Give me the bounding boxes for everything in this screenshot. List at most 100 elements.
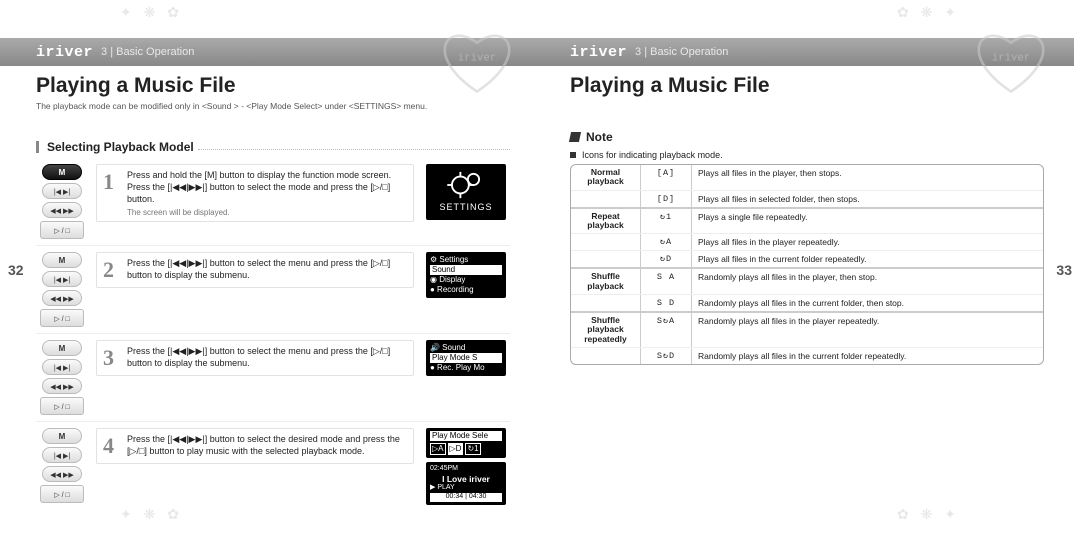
prev-next-button-icon: |◀ ▶|	[42, 183, 82, 199]
steps-list: M |◀ ▶| ◀◀ ▶▶ ▷ / □ 1 Press and hold the…	[36, 164, 510, 505]
mode-icon: ↻D	[641, 251, 691, 267]
page-subtitle: The playback mode can be modified only i…	[36, 101, 510, 112]
button-column: M |◀ ▶| ◀◀ ▶▶ ▷ / □	[36, 340, 88, 415]
brand-logo: iriver	[36, 44, 93, 61]
breadcrumb: 3 | Basic Operation	[635, 46, 728, 58]
svg-text:▷ / □: ▷ / □	[54, 492, 70, 499]
device-screen-menu: ⚙ SettingsSound◉ Display● Recording	[426, 252, 506, 298]
svg-text:◀◀ ▶▶: ◀◀ ▶▶	[50, 472, 74, 479]
step-body: 4 Press the [|◀◀|▶▶|] button to select t…	[96, 428, 414, 464]
svg-text:|◀ ▶|: |◀ ▶|	[54, 189, 71, 196]
mode-icon: [A]	[641, 165, 691, 190]
step-row: M |◀ ▶| ◀◀ ▶▶ ▷ / □ 4 Press the [|◀◀|▶▶|…	[36, 421, 510, 505]
mode-description: Plays all files in the player repeatedly…	[691, 234, 1043, 250]
step-text: Press the [|◀◀|▶▶|] button to select the…	[127, 433, 407, 457]
top-bar-left: iriver 3 | Basic Operation iriver	[0, 38, 540, 66]
mode-description: Plays a single file repeatedly.	[691, 209, 1043, 234]
step-row: M |◀ ▶| ◀◀ ▶▶ ▷ / □ 3 Press the [|◀◀|▶▶|…	[36, 333, 510, 415]
mode-description: Plays all files in the player, then stop…	[691, 165, 1043, 190]
svg-text:▷ / □: ▷ / □	[54, 316, 70, 323]
section-heading: Selecting Playback Model	[36, 140, 510, 154]
note-subheading: Icons for indicating playback mode.	[570, 150, 1044, 160]
fwd-rew-button-icon: ◀◀ ▶▶	[42, 378, 82, 394]
device-screen-nowplaying: 02:45PM I Love iriver ▶ PLAY 00:34 | 04:…	[426, 462, 506, 505]
mode-description: Randomly plays all files in the current …	[691, 348, 1043, 364]
mode-description: Randomly plays all files in the player, …	[691, 269, 1043, 294]
breadcrumb: 3 | Basic Operation	[101, 46, 194, 58]
mode-description: Plays all files in the current folder re…	[691, 251, 1043, 267]
playback-mode-table: Normal playback [A] Plays all files in t…	[570, 164, 1044, 365]
svg-text:▷ / □: ▷ / □	[54, 404, 70, 411]
svg-text:◀◀ ▶▶: ◀◀ ▶▶	[50, 208, 74, 215]
mode-icon: ↻A	[641, 234, 691, 250]
heart-watermark-icon: iriver	[432, 16, 522, 96]
fwd-rew-button-icon: ◀◀ ▶▶	[42, 202, 82, 218]
button-column: M |◀ ▶| ◀◀ ▶▶ ▷ / □	[36, 164, 88, 239]
table-row: Shuffle playback S A Randomly plays all …	[571, 268, 1043, 294]
device-screen-menu: 🔊 SoundPlay Mode S● Rec. Play Mo	[426, 340, 506, 376]
step-row: M |◀ ▶| ◀◀ ▶▶ ▷ / □ 1 Press and hold the…	[36, 164, 510, 239]
step-body: 1 Press and hold the [M] button to displ…	[96, 164, 414, 222]
table-row: Normal playback [A] Plays all files in t…	[571, 165, 1043, 190]
button-column: M |◀ ▶| ◀◀ ▶▶ ▷ / □	[36, 428, 88, 503]
mode-description: Randomly plays all files in the player r…	[691, 313, 1043, 347]
svg-text:M: M	[59, 256, 66, 265]
svg-text:◀◀ ▶▶: ◀◀ ▶▶	[50, 296, 74, 303]
step-text: Press the [|◀◀|▶▶|] button to select the…	[127, 257, 407, 281]
mode-group-label: Normal playback	[571, 165, 641, 190]
svg-text:M: M	[59, 432, 66, 441]
table-row: S↻D Randomly plays all files in the curr…	[571, 347, 1043, 364]
m-button-icon: M	[42, 428, 82, 444]
step-number: 1	[103, 169, 121, 195]
m-button-icon: M	[42, 164, 82, 180]
mode-description: Plays all files in selected folder, then…	[691, 191, 1043, 207]
step-text: Press and hold the [M] button to display…	[127, 169, 407, 205]
table-row: S D Randomly plays all files in the curr…	[571, 294, 1043, 312]
svg-text:iriver: iriver	[992, 52, 1030, 64]
svg-text:▷ / □: ▷ / □	[54, 228, 70, 235]
svg-text:◀◀ ▶▶: ◀◀ ▶▶	[50, 384, 74, 391]
step-number: 4	[103, 433, 121, 459]
play-stop-button-icon: ▷ / □	[40, 309, 84, 327]
svg-text:|◀ ▶|: |◀ ▶|	[54, 453, 71, 460]
svg-text:|◀ ▶|: |◀ ▶|	[54, 365, 71, 372]
device-screen-settings: SETTINGS	[426, 164, 506, 220]
table-row: Shuffle playback repeatedly S↻A Randomly…	[571, 312, 1043, 347]
button-column: M |◀ ▶| ◀◀ ▶▶ ▷ / □	[36, 252, 88, 327]
mode-description: Randomly plays all files in the current …	[691, 295, 1043, 311]
mode-icon: S↻A	[641, 313, 691, 347]
mode-icon: S D	[641, 295, 691, 311]
mode-group-label: Repeat playback	[571, 209, 641, 234]
top-bar-right: iriver 3 | Basic Operation iriver	[534, 38, 1074, 66]
step-body: 3 Press the [|◀◀|▶▶|] button to select t…	[96, 340, 414, 376]
mode-icon: [D]	[641, 191, 691, 207]
heart-watermark-icon: iriver	[966, 16, 1056, 96]
step-text: Press the [|◀◀|▶▶|] button to select the…	[127, 345, 407, 369]
svg-text:M: M	[59, 344, 66, 353]
table-row: ↻D Plays all files in the current folder…	[571, 250, 1043, 268]
m-button-icon: M	[42, 340, 82, 356]
left-page: iriver 3 | Basic Operation iriver Playin…	[0, 0, 540, 540]
step-number: 2	[103, 257, 121, 283]
device-screen-playmode: Play Mode Sele ▷A ▷D ↻1	[426, 428, 506, 458]
m-button-icon: M	[42, 252, 82, 268]
mode-group-label: Shuffle playback repeatedly	[571, 313, 641, 347]
prev-next-button-icon: |◀ ▶|	[42, 359, 82, 375]
step-number: 3	[103, 345, 121, 371]
right-page: iriver 3 | Basic Operation iriver Playin…	[540, 0, 1080, 540]
play-stop-button-icon: ▷ / □	[40, 397, 84, 415]
table-row: [D] Plays all files in selected folder, …	[571, 190, 1043, 208]
step-body: 2 Press the [|◀◀|▶▶|] button to select t…	[96, 252, 414, 288]
play-stop-button-icon: ▷ / □	[40, 221, 84, 239]
step-row: M |◀ ▶| ◀◀ ▶▶ ▷ / □ 2 Press the [|◀◀|▶▶|…	[36, 245, 510, 327]
mode-icon: ↻1	[641, 209, 691, 234]
svg-text:|◀ ▶|: |◀ ▶|	[54, 277, 71, 284]
svg-text:M: M	[59, 168, 66, 177]
table-row: ↻A Plays all files in the player repeate…	[571, 233, 1043, 250]
mode-icon: S↻D	[641, 348, 691, 364]
brand-logo: iriver	[570, 44, 627, 61]
step-hint: The screen will be displayed.	[127, 208, 407, 217]
fwd-rew-button-icon: ◀◀ ▶▶	[42, 290, 82, 306]
fwd-rew-button-icon: ◀◀ ▶▶	[42, 466, 82, 482]
play-stop-button-icon: ▷ / □	[40, 485, 84, 503]
